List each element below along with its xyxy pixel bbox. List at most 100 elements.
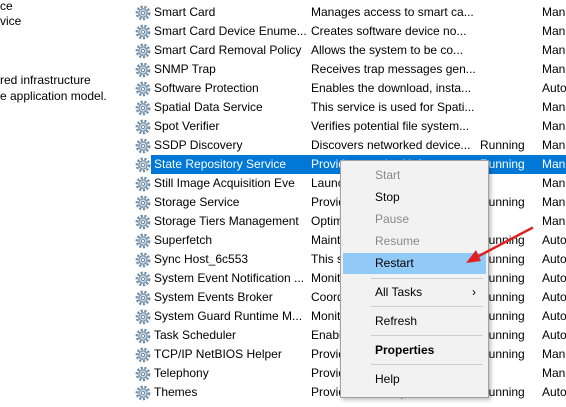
service-name: Smart Card Device Enume... [154, 24, 306, 38]
service-name: State Repository Service [154, 157, 287, 171]
gear-icon [135, 385, 151, 401]
service-name: Superfetch [154, 233, 213, 247]
service-name: Smart Card [154, 5, 216, 19]
service-startup-type: Man [542, 119, 566, 133]
menu-item-label: Restart [375, 256, 414, 270]
menu-item-restart[interactable]: Restart [343, 253, 486, 274]
menu-separator [371, 278, 483, 279]
menu-separator [371, 364, 483, 365]
description-line: ce [0, 0, 13, 13]
gear-icon [135, 24, 151, 40]
menu-item-label: Stop [375, 190, 400, 204]
menu-item-help[interactable]: Help [343, 369, 486, 390]
menu-item-label: Refresh [375, 314, 418, 328]
service-startup-type: Auto [542, 385, 566, 399]
menu-item-label: Properties [375, 343, 435, 357]
service-description: Receives trap messages gen... [311, 62, 476, 76]
gear-icon [135, 290, 151, 306]
menu-separator [371, 335, 483, 336]
service-description: Enables the download, insta... [311, 81, 472, 95]
gear-icon [135, 43, 151, 59]
service-startup-type: Auto [542, 81, 566, 95]
service-startup-type: Auto [542, 233, 566, 247]
menu-item-label: Pause [375, 212, 410, 226]
service-row[interactable]: Smart Card Removal Policy Allows the syst… [128, 41, 566, 60]
menu-item-all-tasks[interactable]: All Tasks › [343, 282, 486, 303]
service-startup-type: Man [542, 366, 566, 380]
service-status: Running [480, 138, 525, 152]
gear-icon [135, 100, 151, 116]
menu-item-label: Resume [375, 234, 420, 248]
service-startup-type: Man [542, 347, 566, 361]
service-name: Themes [154, 385, 198, 399]
description-line: red infrastructure [0, 73, 91, 87]
service-name: SSDP Discovery [154, 138, 243, 152]
gear-icon [135, 214, 151, 230]
service-row[interactable]: SSDP Discovery Discovers networked device… [128, 136, 566, 155]
gear-icon [135, 347, 151, 363]
service-description: Manages access to smart ca... [311, 5, 474, 19]
service-startup-type: Auto [542, 252, 566, 266]
service-name: TCP/IP NetBIOS Helper [154, 347, 282, 361]
service-description: Creates software device no... [311, 24, 467, 38]
service-name: SNMP Trap [154, 62, 216, 76]
service-startup-type: Man [542, 62, 566, 76]
service-name: Task Scheduler [154, 328, 237, 342]
menu-item-resume[interactable]: Resume [343, 231, 486, 252]
service-row[interactable]: Spot Verifier Verifies potential file sys… [128, 117, 566, 136]
chevron-right-icon: › [472, 285, 476, 299]
gear-icon [135, 328, 151, 344]
menu-separator [371, 306, 483, 307]
service-name: System Guard Runtime M... [154, 309, 303, 323]
service-name: System Event Notification ... [154, 271, 305, 285]
menu-item-refresh[interactable]: Refresh [343, 311, 486, 332]
service-name: Telephony [154, 366, 209, 380]
service-name: Software Protection [154, 81, 259, 95]
service-name: Spot Verifier [154, 119, 220, 133]
description-line: vice [0, 14, 22, 28]
gear-icon [135, 233, 151, 249]
service-description: Allows the system to be co... [311, 43, 464, 57]
menu-item-label: All Tasks [375, 285, 423, 299]
service-name: Sync Host_6c553 [154, 252, 249, 266]
service-startup-type: Man [542, 43, 566, 57]
service-startup-type: Auto [542, 328, 566, 342]
service-startup-type: Man [542, 176, 566, 190]
gear-icon [135, 5, 151, 21]
service-description: Verifies potential file system... [311, 119, 470, 133]
service-description: Discovers networked device... [311, 138, 471, 152]
gear-icon [135, 195, 151, 211]
menu-item-label: Start [375, 168, 401, 182]
service-startup-type: Man [542, 100, 566, 114]
context-menu: Start Stop Pause Resume Restart All Task… [340, 160, 489, 398]
gear-icon [135, 252, 151, 268]
service-startup-type: Auto [542, 309, 566, 323]
gear-icon [135, 157, 151, 173]
gear-icon [135, 138, 151, 154]
menu-item-pause[interactable]: Pause [343, 209, 486, 230]
service-row[interactable]: SNMP Trap Receives trap messages gen... Ma… [128, 60, 566, 79]
service-row[interactable]: Spatial Data Service This service is used… [128, 98, 566, 117]
service-startup-type: Man [542, 24, 566, 38]
service-row[interactable]: Smart Card Device Enume... Creates softwa… [128, 22, 566, 41]
menu-item-stop[interactable]: Stop [343, 187, 486, 208]
gear-icon [135, 119, 151, 135]
gear-icon [135, 366, 151, 382]
service-description-pane: ce vice red infrastructure e application… [0, 0, 128, 398]
service-name: Smart Card Removal Policy [154, 43, 302, 57]
service-startup-type: Man [542, 214, 566, 228]
service-startup-type: Man [542, 195, 566, 209]
service-name: Storage Service [154, 195, 240, 209]
gear-icon [135, 81, 151, 97]
service-name: System Events Broker [154, 290, 273, 304]
service-name: Still Image Acquisition Eve [154, 176, 295, 190]
service-row[interactable]: Smart Card Manages access to smart ca... M… [128, 3, 566, 22]
service-startup-type: Man [542, 138, 566, 152]
service-startup-type: Auto [542, 290, 566, 304]
menu-item-properties[interactable]: Properties [343, 340, 486, 361]
service-startup-type: Auto [542, 271, 566, 285]
menu-item-start[interactable]: Start [343, 165, 486, 186]
menu-item-label: Help [375, 372, 400, 386]
service-row[interactable]: Software Protection Enables the download,… [128, 79, 566, 98]
service-name: Spatial Data Service [154, 100, 263, 114]
